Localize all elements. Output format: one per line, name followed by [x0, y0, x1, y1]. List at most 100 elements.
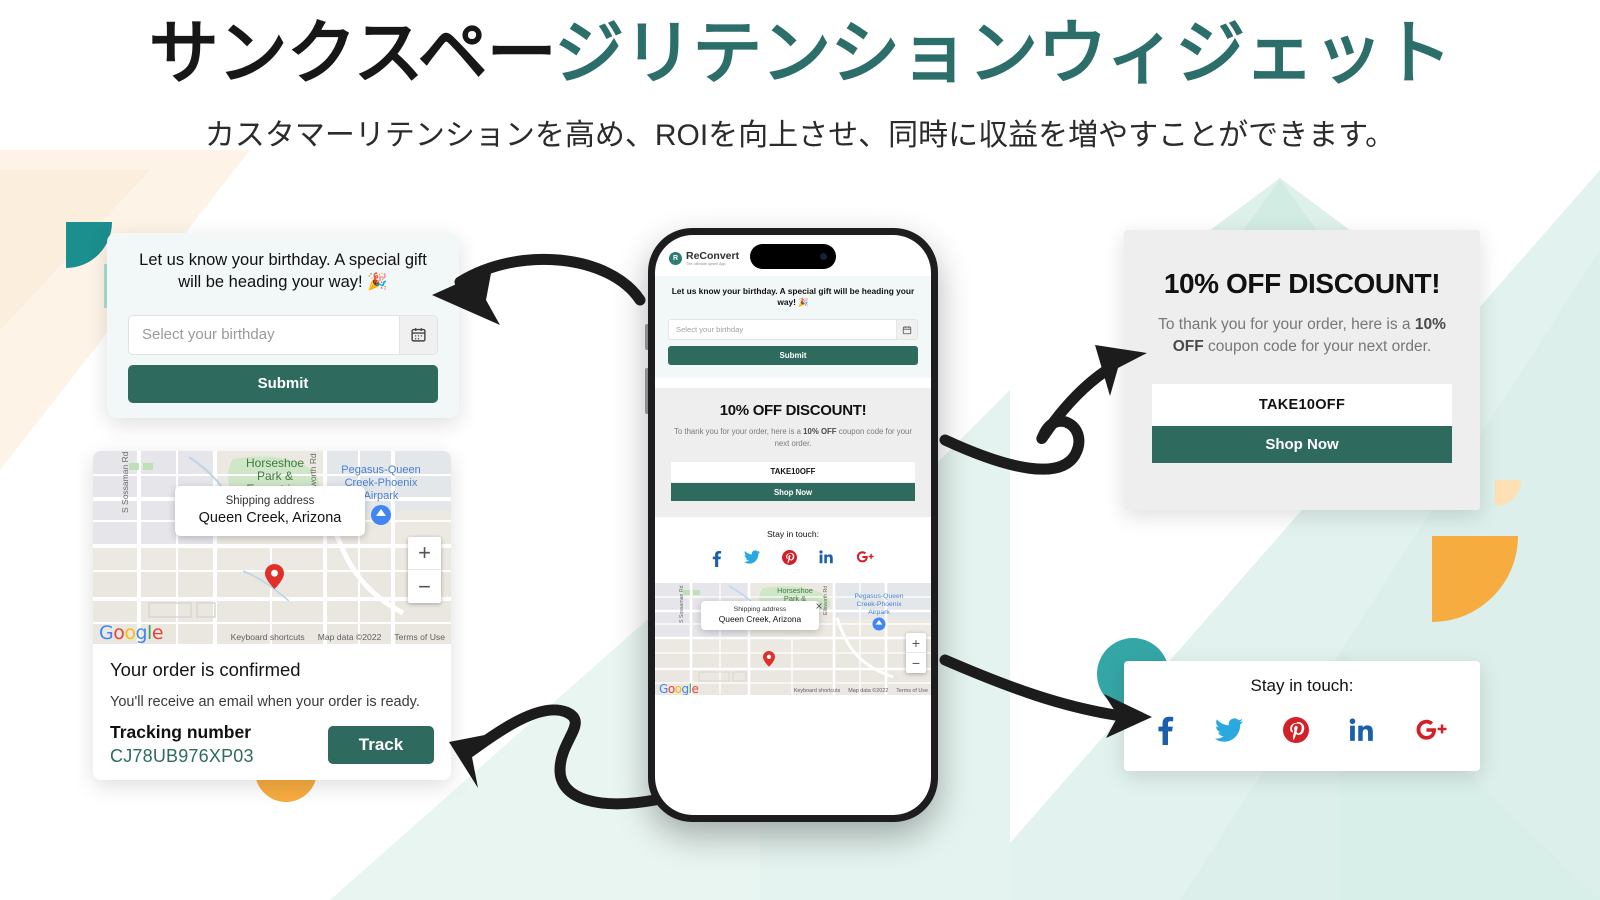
linkedin-icon[interactable]	[819, 550, 834, 572]
page-subtitle: カスタマーリテンションを高め、ROIを向上させ、同時に収益を増やすことができます…	[204, 119, 1396, 153]
phone-social-icon-row	[655, 550, 931, 572]
svg-text:S Sossaman Rd: S Sossaman Rd	[679, 586, 685, 624]
phone-map-zoom-controls[interactable]: + −	[906, 633, 926, 674]
discount-widget-card: 10% OFF DISCOUNT! To thank you for your …	[1124, 230, 1480, 510]
tracking-info: Tracking number CJ78UB976XP03	[110, 722, 254, 767]
linkedin-icon[interactable]	[1349, 718, 1375, 747]
reconvert-logo-mark: R	[669, 252, 682, 266]
birthday-input-placeholder[interactable]: Select your birthday	[129, 316, 399, 354]
phone-coupon-code[interactable]: TAKE10OFF	[671, 461, 915, 482]
tracking-row: Tracking number CJ78UB976XP03 Track	[110, 722, 434, 767]
page-header: サンクスページリテンションウィジェット カスタマーリテンションを高め、ROIを向…	[0, 0, 1600, 154]
svg-text:Horseshoe: Horseshoe	[246, 456, 304, 470]
popup-label: Shipping address	[225, 495, 315, 507]
googleplus-icon[interactable]	[856, 550, 875, 572]
coupon-code[interactable]: TAKE10OFF	[1152, 384, 1452, 426]
phone-birthday-message: Let us know your birthday. A special gif…	[671, 285, 915, 307]
svg-text:Creek-Phoenix: Creek-Phoenix	[857, 601, 903, 608]
google-logo: Google	[99, 622, 164, 644]
order-details: Your order is confirmed You'll receive a…	[93, 644, 451, 767]
svg-text:Airpark: Airpark	[364, 490, 399, 502]
phone-birthday-submit-button[interactable]: Submit	[668, 346, 918, 366]
phone-birthday-input[interactable]: Select your birthday	[668, 319, 918, 341]
svg-text:Pegasus-Queen: Pegasus-Queen	[854, 593, 903, 600]
svg-text:Pegasus-Queen: Pegasus-Queen	[341, 464, 421, 476]
reconvert-logo-text: ReConvert The ultimate upsell App	[686, 251, 739, 267]
svg-text:S Sossaman Rd: S Sossaman Rd	[120, 451, 130, 513]
social-icon-row	[1124, 715, 1480, 750]
tracking-number: CJ78UB976XP03	[110, 746, 254, 766]
svg-text:Airpark: Airpark	[868, 609, 890, 616]
phone-social-title: Stay in touch:	[766, 529, 820, 540]
map-attribution: Keyboard shortcuts Map data ©2022 Terms …	[231, 632, 445, 642]
map-zoom-controls[interactable]: + −	[408, 537, 441, 603]
order-subtitle: You'll receive an email when your order …	[110, 694, 420, 710]
map-data-label: Map data ©2022	[317, 632, 382, 642]
page-title-accent: ジリテンションウィジェット	[554, 14, 1452, 92]
pinterest-icon[interactable]	[1283, 717, 1309, 748]
googleplus-icon[interactable]	[1415, 718, 1449, 747]
phone-discount-section: 10% OFF DISCOUNT! To thank you for your …	[655, 388, 931, 518]
order-confirmation-card: Horseshoe Park & Equestrian Centre S Sos…	[93, 451, 451, 780]
brand-tagline: The ultimate upsell App	[686, 262, 726, 266]
phone-discount-title: 10% OFF DISCOUNT!	[719, 402, 867, 420]
discount-body-part2: coupon code for your next order.	[1203, 338, 1432, 355]
facebook-icon[interactable]	[711, 550, 722, 572]
shop-now-button[interactable]: Shop Now	[1152, 426, 1452, 463]
discount-body: To thank you for your order, here is a 1…	[1152, 314, 1452, 358]
map-data-label: Map data ©2022	[848, 688, 889, 695]
phone-mockup: R ReConvert The ultimate upsell App Let …	[645, 228, 938, 822]
phone-shop-now-button[interactable]: Shop Now	[671, 483, 915, 502]
phone-shipping-address-popup: Shipping address Queen Creek, Arizona	[701, 601, 822, 631]
calendar-icon[interactable]	[896, 320, 917, 340]
track-button[interactable]: Track	[328, 726, 434, 764]
phone-popup-label: Shipping address	[733, 606, 787, 614]
brand-name: ReConvert	[686, 250, 740, 262]
birthday-input[interactable]: Select your birthday	[128, 314, 438, 355]
facebook-icon[interactable]	[1155, 715, 1175, 750]
social-widget-card: Stay in touch:	[1124, 661, 1480, 771]
page-title-black: サンクスペー	[148, 14, 556, 92]
social-title: Stay in touch:	[1250, 676, 1354, 695]
discount-title: 10% OFF DISCOUNT!	[1163, 268, 1441, 299]
map-pin-icon	[763, 651, 775, 668]
phone-discount-bold: 10% OFF	[803, 427, 837, 437]
phone-map-attribution: Keyboard shortcuts Map data ©2022 Terms …	[794, 688, 928, 694]
shipping-map[interactable]: Horseshoe Park & Equestrian Centre S Sos…	[93, 451, 451, 644]
keyboard-shortcuts-link[interactable]: Keyboard shortcuts	[231, 632, 305, 642]
terms-of-use-link[interactable]: Terms of Use	[896, 688, 928, 694]
zoom-out-button[interactable]: −	[906, 653, 926, 673]
phone-birthday-placeholder[interactable]: Select your birthday	[669, 320, 896, 339]
twitter-icon[interactable]	[744, 550, 760, 572]
zoom-in-button[interactable]: +	[408, 537, 441, 570]
keyboard-shortcuts-link[interactable]: Keyboard shortcuts	[794, 688, 840, 694]
dynamic-island	[750, 244, 836, 269]
svg-text:Ellsworth Rd: Ellsworth Rd	[823, 586, 829, 615]
discount-body-part1: To thank you for your order, here is a	[1158, 316, 1415, 333]
tracking-label: Tracking number	[110, 722, 252, 742]
twitter-icon[interactable]	[1215, 718, 1243, 747]
terms-of-use-link[interactable]: Terms of Use	[394, 632, 445, 642]
phone-popup-value: Queen Creek, Arizona	[718, 614, 802, 625]
birthday-widget-card: Let us know your birthday. A special gif…	[107, 233, 459, 418]
order-title: Your order is confirmed	[110, 659, 301, 680]
birthday-message: Let us know your birthday. A special gif…	[139, 251, 427, 291]
phone-screen: R ReConvert The ultimate upsell App Let …	[655, 235, 931, 815]
calendar-icon[interactable]	[399, 315, 437, 354]
phone-shipping-map[interactable]: Horseshoe Park & Equestrian Centre S Sos…	[655, 583, 931, 696]
phone-social-section: Stay in touch:	[655, 517, 931, 572]
zoom-in-button[interactable]: +	[906, 633, 926, 654]
zoom-out-button[interactable]: −	[408, 570, 441, 603]
pinterest-icon[interactable]	[782, 550, 797, 572]
shipping-address-popup: close-icon Shipping address Queen Creek,…	[175, 486, 365, 536]
phone-birthday-section: Let us know your birthday. A special gif…	[655, 275, 931, 379]
phone-discount-part1: To thank you for your order, here is a	[674, 427, 804, 437]
google-logo: Google	[659, 682, 699, 696]
page-title: サンクスページリテンションウィジェット	[0, 14, 1600, 92]
birthday-submit-button[interactable]: Submit	[128, 364, 438, 403]
front-camera-icon	[820, 253, 827, 260]
popup-value: Queen Creek, Arizona	[198, 510, 342, 526]
phone-discount-body: To thank you for your order, here is a 1…	[671, 426, 915, 449]
map-pin-icon	[265, 564, 284, 589]
svg-text:Park &: Park &	[257, 469, 293, 483]
